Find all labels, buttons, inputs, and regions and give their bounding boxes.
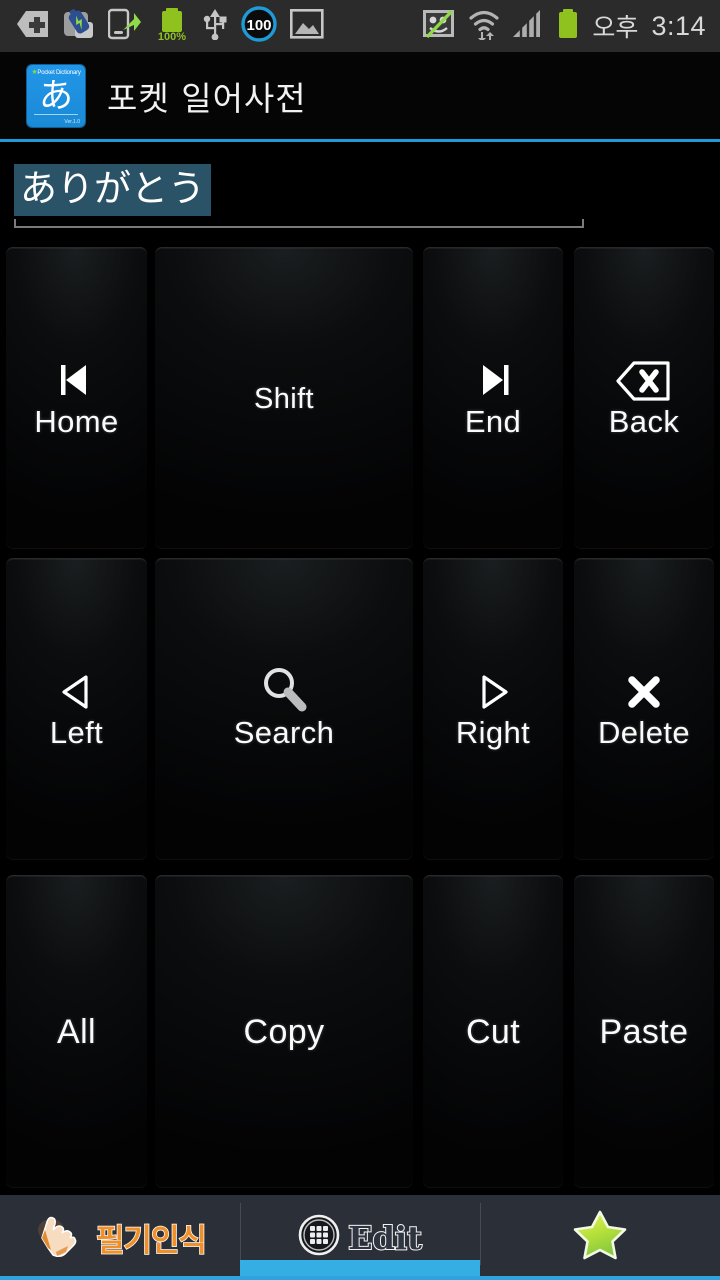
search-input-underline <box>14 219 584 228</box>
cross-x-icon <box>622 668 666 714</box>
app-disabled-icon <box>422 8 456 45</box>
search-input[interactable]: ありがとう <box>14 164 584 220</box>
key-right[interactable]: Right <box>423 558 563 860</box>
logo-character: あ <box>39 76 73 116</box>
key-search-label: Search <box>233 714 335 750</box>
key-right-label: Right <box>455 714 531 750</box>
gallery-image-icon <box>289 8 324 44</box>
edit-key-grid: Home Shift End Back Left Search Right Delete All… <box>0 245 720 1195</box>
key-end-label: End <box>464 403 522 439</box>
status-bar: 100% 100 오후 3:14 <box>0 0 720 52</box>
signal-bars-icon <box>512 9 544 44</box>
key-copy-label: Copy <box>243 1013 325 1051</box>
logo-version: Ver.1.0 <box>64 119 80 125</box>
status-bar-right-icons: 오후 3:14 <box>422 8 720 45</box>
key-paste[interactable]: Paste <box>574 875 714 1188</box>
magnifier-icon <box>259 667 309 714</box>
key-delete[interactable]: Delete <box>574 558 714 860</box>
clock-ampm: 오후 <box>592 14 639 42</box>
svg-text:100: 100 <box>246 17 271 34</box>
key-shift[interactable]: Shift <box>155 247 413 549</box>
key-delete-label: Delete <box>597 714 690 750</box>
key-back[interactable]: Back <box>574 247 714 549</box>
phone-transfer-icon <box>107 8 142 45</box>
tab-edit-label: Edit <box>347 1218 423 1258</box>
page-title: 포켓 일어사전 <box>107 79 307 118</box>
circle-100-icon: 100 <box>241 5 277 47</box>
key-left[interactable]: Left <box>6 558 147 860</box>
pocket-dictionary-logo: ★Pocket Dictionary あ Ver.1.0 <box>27 65 85 127</box>
clock-time: 3:14 <box>651 10 706 41</box>
usb-icon <box>202 8 228 45</box>
svg-text:100%: 100% <box>158 31 186 41</box>
key-search[interactable]: Search <box>155 558 413 860</box>
star-icon <box>571 1206 629 1269</box>
key-all[interactable]: All <box>6 875 147 1188</box>
logo-top-text: ★Pocket Dictionary <box>27 68 85 76</box>
backspace-icon <box>616 357 672 403</box>
battery-full-icon: 100% <box>155 7 189 46</box>
triangle-right-icon <box>471 668 515 714</box>
status-bar-left-icons: 100% 100 <box>0 5 324 47</box>
key-all-label: All <box>57 1013 96 1051</box>
hand-write-icon <box>34 1208 88 1267</box>
skip-previous-icon <box>54 357 100 403</box>
key-cut-label: Cut <box>465 1013 521 1051</box>
wifi-transfer-icon <box>467 8 501 45</box>
key-home-label: Home <box>34 403 119 439</box>
key-paste-label: Paste <box>599 1013 689 1051</box>
key-copy[interactable]: Copy <box>155 875 413 1188</box>
tab-handwriting-label: 필기인식 <box>95 1222 208 1260</box>
key-home[interactable]: Home <box>6 247 147 549</box>
triangle-left-icon <box>55 668 99 714</box>
tab-handwriting[interactable]: 필기인식 <box>0 1195 240 1280</box>
battery-app-icon <box>63 8 95 45</box>
key-end[interactable]: End <box>423 247 563 549</box>
skip-next-icon <box>470 357 516 403</box>
search-bar: ありがとう <box>0 142 720 370</box>
search-input-value[interactable]: ありがとう <box>14 164 211 216</box>
tab-favorites[interactable] <box>480 1195 720 1280</box>
keypad-grid-icon <box>298 1214 340 1261</box>
plus-badge-icon <box>16 9 50 44</box>
tab-bar-bottom-line <box>0 1276 720 1280</box>
key-cut[interactable]: Cut <box>423 875 563 1188</box>
phone-screen: 100% 100 오후 3:14 ★Pocket Dictionary あ Ve… <box>0 0 720 1280</box>
logo-divider <box>34 114 78 115</box>
key-back-label: Back <box>608 403 680 439</box>
key-left-label: Left <box>49 714 104 750</box>
bottom-tab-bar: 필기인식 Edit <box>0 1195 720 1280</box>
battery-icon <box>555 8 581 45</box>
key-shift-label: Shift <box>253 382 315 415</box>
app-title-bar: ★Pocket Dictionary あ Ver.1.0 포켓 일어사전 <box>0 52 720 140</box>
